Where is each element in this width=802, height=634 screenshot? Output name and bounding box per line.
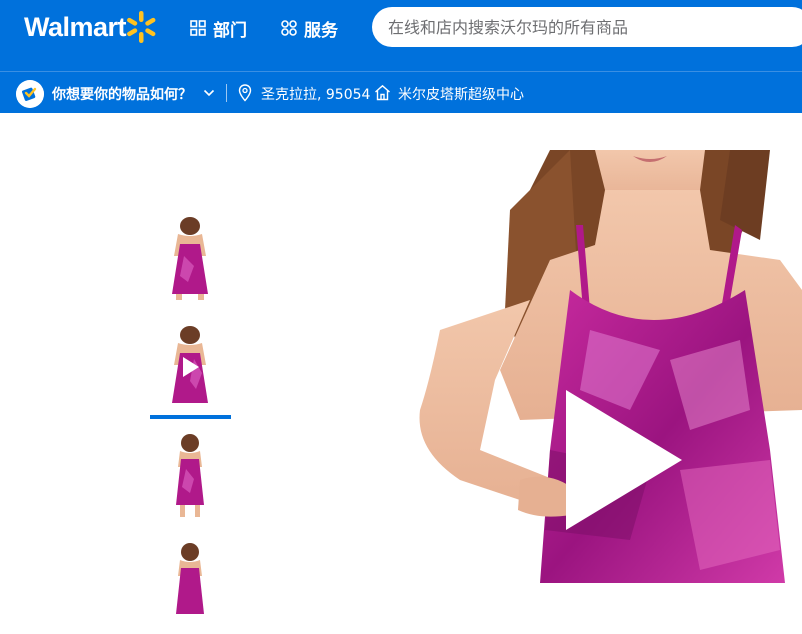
thumbnail-4[interactable] (150, 542, 231, 634)
walmart-logo[interactable]: Walmart (24, 11, 127, 42)
delivery-question[interactable]: 你想要你的物品如何？ (52, 84, 192, 104)
main-product-video[interactable] (400, 150, 802, 583)
grid-icon (190, 20, 206, 36)
services-button[interactable]: 服务 (281, 16, 338, 41)
top-header: Walmart 部门 服务 (0, 0, 802, 71)
location-pin-icon (238, 84, 252, 102)
selected-thumbnail-indicator (150, 415, 231, 419)
dress-thumbnail-image (176, 434, 204, 517)
delivery-options-icon (16, 80, 44, 108)
thumbnail-2-video[interactable] (150, 325, 231, 417)
thumbnail-3[interactable] (150, 433, 231, 525)
dress-thumbnail-image (172, 326, 208, 403)
services-icon (281, 20, 297, 36)
divider (226, 84, 227, 102)
search-input[interactable] (372, 7, 802, 47)
store-icon (375, 84, 390, 101)
dress-thumbnail-image (176, 543, 204, 614)
spark-icon (127, 11, 156, 43)
departments-button[interactable]: 部门 (190, 16, 247, 41)
dress-thumbnail-image (172, 217, 208, 300)
delivery-bar: 你想要你的物品如何？ 圣克拉拉, 95054 米尔皮塔斯超级中心 (0, 71, 802, 113)
chevron-down-icon[interactable] (203, 87, 215, 99)
location-text[interactable]: 圣克拉拉, 95054 (261, 84, 370, 104)
logo-text: Walmart (24, 11, 127, 42)
thumbnail-1[interactable] (150, 216, 231, 308)
services-label: 服务 (304, 20, 338, 41)
store-text[interactable]: 米尔皮塔斯超级中心 (398, 84, 524, 104)
departments-label: 部门 (213, 20, 247, 41)
